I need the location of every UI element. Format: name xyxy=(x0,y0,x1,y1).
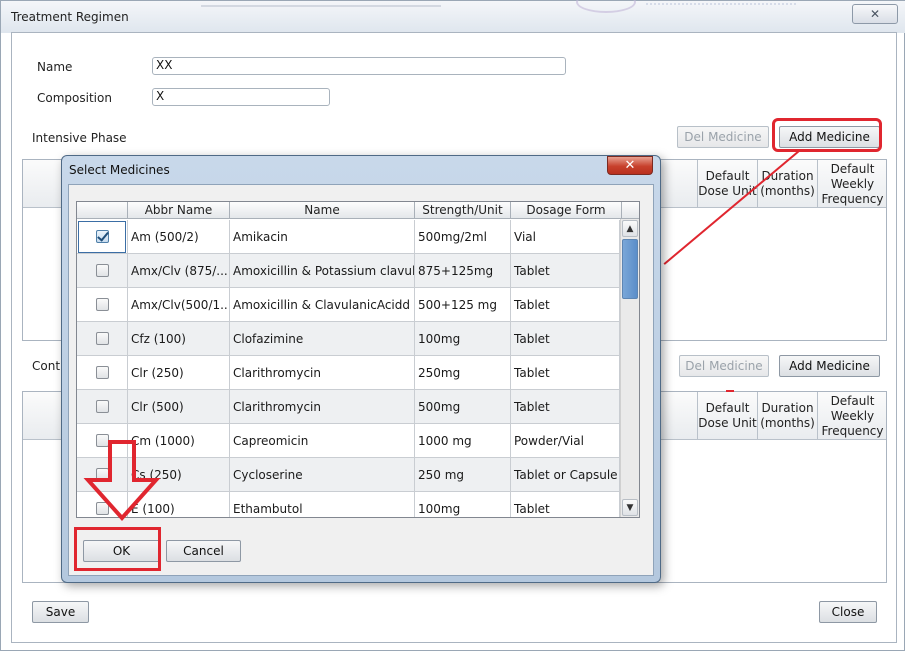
table-row[interactable]: Amx/Clv (875/... Amoxicillin & Potassium … xyxy=(77,254,620,288)
cell-strength-unit: 100mg xyxy=(415,322,511,356)
cell-abbr-name: Cfz (100) xyxy=(128,322,230,356)
close-icon: ✕ xyxy=(624,158,636,173)
cell-name: Clofazimine xyxy=(230,322,415,356)
cell-strength-unit: 500mg xyxy=(415,390,511,424)
col-duration: Duration (months) xyxy=(757,392,817,440)
col-strength-unit: Strength/Unit xyxy=(415,202,511,219)
cell-select xyxy=(77,322,128,356)
cell-strength-unit: 875+125mg xyxy=(415,254,511,288)
cell-select xyxy=(77,356,128,390)
annotation-mark xyxy=(726,390,734,392)
window-title: Treatment Regimen xyxy=(11,10,129,24)
cell-dosage-form: Tablet or Capsule xyxy=(511,458,620,492)
row-checkbox[interactable] xyxy=(96,264,109,277)
annotation-highlight-add-medicine xyxy=(772,118,882,152)
cell-name: Amikacin xyxy=(230,220,415,254)
scroll-up-arrow-icon[interactable]: ▲ xyxy=(622,220,638,237)
save-button[interactable]: Save xyxy=(32,601,89,623)
continuation-phase-label: Conti xyxy=(32,359,64,373)
cell-abbr-name: Clr (250) xyxy=(128,356,230,390)
cell-name: Capreomicin xyxy=(230,424,415,458)
window-close-button[interactable]: ✕ xyxy=(852,4,898,24)
cell-select xyxy=(77,288,128,322)
name-label: Name xyxy=(37,60,73,74)
row-checkbox[interactable] xyxy=(96,298,109,311)
cell-name: Amoxicillin & ClavulanicAcidd xyxy=(230,288,415,322)
scroll-thumb[interactable] xyxy=(622,239,638,299)
table-row[interactable]: Clr (500) Clarithromycin 500mg Tablet xyxy=(77,390,620,424)
continuation-del-medicine-button[interactable]: Del Medicine xyxy=(679,355,769,377)
continuation-add-medicine-button[interactable]: Add Medicine xyxy=(779,355,880,377)
cell-name: Amoxicillin & Potassium clavula... xyxy=(230,254,415,288)
cell-dosage-form: Tablet xyxy=(511,254,620,288)
cell-name: Clarithromycin xyxy=(230,390,415,424)
dialog-close-button[interactable]: ✕ xyxy=(607,156,653,175)
row-checkbox[interactable] xyxy=(96,400,109,413)
col-default-weekly-frequency: Default Weekly Frequency xyxy=(817,160,887,208)
annotation-highlight-ok xyxy=(74,527,161,571)
background-deco xyxy=(201,0,441,7)
row-checkbox[interactable] xyxy=(96,332,109,345)
title-bar xyxy=(1,0,905,33)
cell-name: Clarithromycin xyxy=(230,356,415,390)
cell-strength-unit: 500+125 mg xyxy=(415,288,511,322)
col-name: Name xyxy=(230,202,415,219)
close-button[interactable]: Close xyxy=(819,601,877,623)
cell-abbr-name: Clr (500) xyxy=(128,390,230,424)
focus-frame xyxy=(78,221,126,253)
composition-input-value: X xyxy=(156,89,165,103)
table-row[interactable]: Amx/Clv(500/1... Amoxicillin & Clavulanic… xyxy=(77,288,620,322)
cell-strength-unit: 100mg xyxy=(415,492,511,517)
table-row[interactable]: Cfz (100) Clofazimine 100mg Tablet xyxy=(77,322,620,356)
col-abbr-name: Abbr Name xyxy=(128,202,230,219)
cell-select xyxy=(77,254,128,288)
cell-name: Cycloserine xyxy=(230,458,415,492)
cell-strength-unit: 1000 mg xyxy=(415,424,511,458)
name-input-value: XX xyxy=(156,58,173,72)
table-row[interactable]: Clr (250) Clarithromycin 250mg Tablet xyxy=(77,356,620,390)
cell-abbr-name: Amx/Clv(500/1... xyxy=(128,288,230,322)
cell-dosage-form: Powder/Vial xyxy=(511,424,620,458)
table-vertical-scrollbar[interactable]: ▲ ▼ xyxy=(620,219,639,517)
dialog-title: Select Medicines xyxy=(69,163,170,177)
cell-strength-unit: 250mg xyxy=(415,356,511,390)
intensive-del-medicine-button[interactable]: Del Medicine xyxy=(677,126,769,148)
cell-select xyxy=(77,390,128,424)
table-row[interactable]: Am (500/2) Amikacin 500mg/2ml Vial xyxy=(77,220,620,254)
scroll-down-arrow-icon[interactable]: ▼ xyxy=(622,499,638,516)
background-logo xyxy=(576,0,636,13)
composition-label: Composition xyxy=(37,91,112,105)
annotation-down-arrow-icon xyxy=(83,440,161,521)
cell-name: Ethambutol xyxy=(230,492,415,517)
cell-strength-unit: 500mg/2ml xyxy=(415,220,511,254)
composition-input[interactable]: X xyxy=(152,88,330,106)
cell-dosage-form: Tablet xyxy=(511,356,620,390)
cell-abbr-name: Am (500/2) xyxy=(128,220,230,254)
cell-select xyxy=(77,220,128,254)
intensive-phase-label: Intensive Phase xyxy=(32,131,127,145)
close-icon: ✕ xyxy=(869,7,881,21)
row-checkbox[interactable] xyxy=(96,366,109,379)
col-default-dose-unit: Default Dose Unit xyxy=(697,160,757,208)
col-default-weekly-frequency: Default Weekly Frequency xyxy=(817,392,887,440)
background-deco xyxy=(646,3,796,9)
col-spacer xyxy=(622,202,639,219)
cell-dosage-form: Tablet xyxy=(511,492,620,517)
col-duration: Duration (months) xyxy=(757,160,817,208)
cell-dosage-form: Tablet xyxy=(511,322,620,356)
cancel-button[interactable]: Cancel xyxy=(166,540,241,562)
cell-abbr-name: Amx/Clv (875/... xyxy=(128,254,230,288)
cell-dosage-form: Tablet xyxy=(511,390,620,424)
cell-dosage-form: Tablet xyxy=(511,288,620,322)
col-dosage-form: Dosage Form xyxy=(511,202,622,219)
col-select xyxy=(77,202,128,219)
cell-strength-unit: 250 mg xyxy=(415,458,511,492)
name-input[interactable]: XX xyxy=(152,57,566,75)
cell-dosage-form: Vial xyxy=(511,220,620,254)
col-default-dose-unit: Default Dose Unit xyxy=(697,392,757,440)
